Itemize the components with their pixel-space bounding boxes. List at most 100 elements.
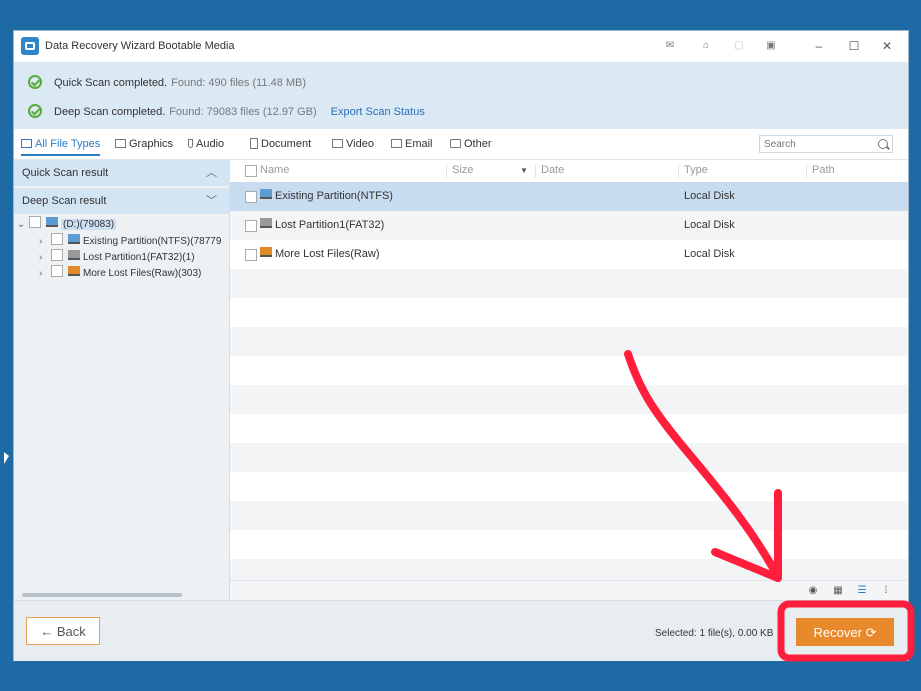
search-input[interactable] — [760, 136, 876, 152]
grid-view-icon[interactable]: ▦ — [832, 585, 844, 597]
tab-label: Graphics — [129, 138, 174, 150]
tab-label: Audio — [196, 138, 225, 150]
column-header-type[interactable]: Type — [684, 164, 708, 176]
restore-icon: ▢ — [734, 40, 744, 51]
expand-arrow-icon[interactable]: ⌄ — [17, 217, 29, 232]
deep-scan-label: Deep Scan completed. — [54, 106, 166, 118]
row-name: More Lost Files(Raw) — [275, 248, 380, 260]
horizontal-scrollbar[interactable] — [22, 593, 182, 597]
tab-label: Document — [261, 138, 312, 150]
chevron-right-icon[interactable]: › — [39, 234, 51, 249]
drive-icon — [46, 217, 58, 227]
tab-audio[interactable]: Audio — [188, 136, 224, 154]
deep-scan-result-header[interactable]: Deep Scan result ﹀ — [14, 188, 229, 214]
column-header-path[interactable]: Path — [812, 164, 835, 176]
empty-row — [230, 443, 908, 472]
preview-icon[interactable]: ◉ — [807, 585, 819, 597]
recover-button[interactable]: Recover ⟳ — [796, 618, 894, 646]
app-window: Data Recovery Wizard Bootable Media ✉ ⌂ … — [13, 30, 909, 661]
tree-checkbox[interactable] — [51, 249, 63, 261]
lost-partition-icon — [68, 250, 80, 260]
tree-node-existing-partition[interactable]: › Existing Partition(NTFS)(78779 — [39, 233, 221, 248]
back-button-label: Back — [56, 624, 86, 639]
empty-row — [230, 472, 908, 501]
empty-row — [230, 559, 908, 580]
empty-row — [230, 356, 908, 385]
raw-files-icon — [68, 266, 80, 276]
empty-row — [230, 298, 908, 327]
minimize-icon[interactable]: – — [808, 36, 830, 56]
selection-summary: Selected: 1 file(s), 0.00 KB — [655, 628, 774, 639]
partition-icon — [68, 234, 80, 244]
tree-checkbox[interactable] — [51, 233, 63, 245]
column-separator[interactable] — [678, 164, 679, 178]
search-box — [759, 135, 893, 153]
list-view-icon[interactable]: ☰ — [856, 585, 868, 597]
tab-other[interactable]: Other — [450, 136, 492, 154]
detail-view-icon[interactable]: ⁞ — [880, 585, 892, 597]
row-name: Lost Partition1(FAT32) — [275, 219, 385, 231]
video-icon — [332, 139, 343, 148]
maximize-icon[interactable]: ☐ — [843, 36, 865, 56]
tab-document[interactable]: Document — [250, 136, 311, 154]
tree-node-more-lost-files[interactable]: › More Lost Files(Raw)(303) — [39, 265, 201, 280]
menu-icon[interactable]: ▣ — [760, 36, 782, 56]
column-separator[interactable] — [806, 164, 807, 178]
monitor-icon — [21, 139, 32, 148]
app-logo-icon — [21, 37, 39, 55]
export-scan-status-link[interactable]: Export Scan Status — [331, 106, 425, 118]
file-type-filter-bar: All File Types Graphics Audio Document V… — [14, 129, 908, 160]
deep-scan-found: Found: 79083 files (12.97 GB) — [169, 106, 317, 118]
sort-down-icon[interactable]: ▼ — [520, 166, 528, 175]
chevron-up-icon[interactable]: ︿ — [206, 160, 217, 186]
file-row[interactable]: More Lost Files(Raw) Local Disk — [230, 240, 908, 269]
column-separator[interactable] — [535, 164, 536, 178]
lost-partition-icon — [260, 218, 272, 228]
file-row[interactable]: Existing Partition(NTFS) Local Disk — [230, 182, 908, 211]
tree-root-node[interactable]: ⌄ (D:)(79083) — [17, 216, 117, 232]
quick-scan-result-header[interactable]: Quick Scan result ︿ — [14, 160, 229, 186]
tree-root-label: (D:)(79083) — [61, 219, 117, 230]
row-type: Local Disk — [684, 248, 735, 260]
column-header-name[interactable]: Name — [260, 164, 289, 176]
tab-email[interactable]: Email — [391, 136, 433, 154]
tab-label: All File Types — [35, 138, 101, 150]
document-icon — [250, 138, 258, 149]
tab-label: Email — [405, 138, 433, 150]
file-row[interactable]: Lost Partition1(FAT32) Local Disk — [230, 211, 908, 240]
empty-row — [230, 501, 908, 530]
folder-icon — [450, 139, 461, 148]
hint-icon[interactable]: ✉ — [659, 36, 681, 56]
column-header-date[interactable]: Date — [541, 164, 564, 176]
row-checkbox[interactable] — [245, 249, 257, 261]
search-icon[interactable] — [878, 139, 888, 149]
image-icon — [115, 139, 126, 148]
column-header-size[interactable]: Size — [452, 164, 473, 176]
close-icon[interactable]: ✕ — [876, 36, 898, 56]
chevron-down-icon[interactable]: ﹀ — [206, 188, 217, 214]
refresh-icon: ⟳ — [861, 625, 877, 640]
title-bar: Data Recovery Wizard Bootable Media ✉ ⌂ … — [14, 31, 908, 63]
select-all-checkbox[interactable] — [245, 165, 257, 177]
tree-node-lost-partition[interactable]: › Lost Partition1(FAT32)(1) — [39, 249, 195, 264]
row-name: Existing Partition(NTFS) — [275, 190, 393, 202]
partition-icon — [260, 189, 272, 199]
tab-label: Video — [346, 138, 374, 150]
tree-checkbox[interactable] — [29, 216, 41, 228]
column-separator[interactable] — [446, 164, 447, 178]
tab-graphics[interactable]: Graphics — [115, 136, 173, 154]
back-button[interactable]: ← Back — [26, 617, 100, 645]
chevron-right-icon[interactable]: › — [39, 250, 51, 265]
chevron-right-icon[interactable]: › — [39, 266, 51, 281]
row-checkbox[interactable] — [245, 220, 257, 232]
empty-row — [230, 414, 908, 443]
mouse-cursor-icon — [4, 452, 9, 464]
tab-label: Other — [464, 138, 492, 150]
row-checkbox[interactable] — [245, 191, 257, 203]
tree-checkbox[interactable] — [51, 265, 63, 277]
tab-video[interactable]: Video — [332, 136, 374, 154]
tab-all-file-types[interactable]: All File Types — [21, 136, 101, 156]
quick-scan-result-label: Quick Scan result — [22, 167, 109, 179]
quick-scan-found: Found: 490 files (11.48 MB) — [171, 77, 307, 89]
cart-icon[interactable]: ⌂ — [695, 36, 717, 56]
